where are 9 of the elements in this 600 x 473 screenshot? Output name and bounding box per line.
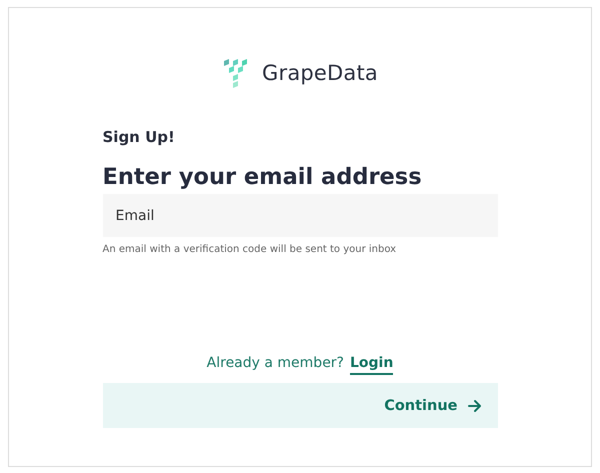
sign-up-label: Sign Up! — [102, 128, 176, 146]
email-field[interactable]: Email — [102, 194, 498, 237]
login-link[interactable]: Login — [350, 355, 394, 375]
logo-text: GrapeData — [262, 61, 378, 85]
form-heading: Enter your email address — [102, 164, 423, 190]
arrow-right-icon — [468, 398, 482, 412]
login-prompt: Already a member? — [206, 355, 344, 371]
helper-text: An email with a verification code will be sent to your inbox — [102, 244, 398, 255]
continue-button[interactable]: Continue — [102, 383, 498, 428]
